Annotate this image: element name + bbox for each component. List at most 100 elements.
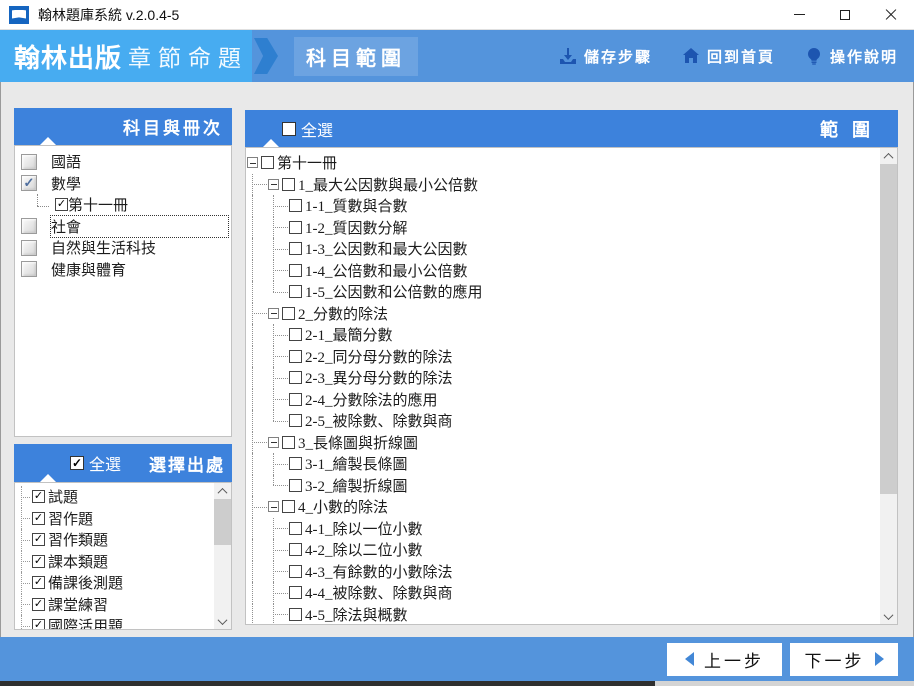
tree-node-checkbox[interactable] [289, 543, 302, 557]
source-checkbox[interactable]: ✓ [32, 576, 45, 590]
minimize-button[interactable] [776, 0, 822, 29]
tree-node-checkbox[interactable] [289, 349, 302, 363]
tree-expander[interactable] [268, 496, 282, 518]
source-item[interactable]: ✓ 習作題 [15, 507, 214, 530]
tree-node[interactable]: 第十一冊 [246, 152, 880, 174]
scroll-up-button[interactable] [880, 148, 897, 164]
tree-node-checkbox[interactable] [289, 199, 302, 213]
range-scrollbar[interactable] [880, 148, 897, 624]
tree-expander[interactable] [268, 303, 282, 325]
tree-node[interactable]: 1-3_公因數和最大公因數 [246, 238, 880, 260]
subject-checkbox[interactable] [21, 239, 37, 256]
maximize-button[interactable] [822, 0, 868, 29]
source-item[interactable]: ✓ 課本類題 [15, 550, 214, 573]
sources-select-all-checkbox[interactable]: ✓ [70, 456, 84, 470]
source-checkbox[interactable]: ✓ [32, 533, 45, 547]
scroll-down-button[interactable] [214, 613, 231, 629]
save-steps-label: 儲存步驟 [583, 48, 652, 66]
scrollbar-thumb[interactable] [214, 499, 231, 545]
tree-node-checkbox[interactable] [289, 478, 302, 492]
tree-node[interactable]: 2-1_最簡分數 [246, 324, 880, 346]
save-steps-button[interactable]: 儲存步驟 [559, 46, 652, 67]
tree-node[interactable]: 1-5_公因數和公倍數的應用 [246, 281, 880, 303]
next-step-button[interactable]: 下一步 [790, 642, 898, 676]
prev-arrow-icon [685, 652, 694, 666]
range-select-all-checkbox[interactable] [282, 121, 296, 136]
tree-node-checkbox[interactable] [282, 306, 295, 320]
tree-node-checkbox[interactable] [289, 263, 302, 277]
prev-step-button[interactable]: 上一步 [667, 642, 782, 676]
source-checkbox[interactable]: ✓ [32, 554, 45, 568]
subject-item[interactable]: 自然與生活科技 [15, 237, 231, 259]
tree-node-checkbox[interactable] [289, 371, 302, 385]
tree-node[interactable]: 2-2_同分母分數的除法 [246, 345, 880, 368]
tree-node-checkbox[interactable] [289, 564, 302, 578]
tree-node[interactable]: 4_小數的除法 [246, 496, 880, 518]
source-checkbox[interactable]: ✓ [32, 619, 45, 629]
tree-node[interactable]: 4-2_除以二位小數 [246, 539, 880, 561]
header-actions: 儲存步驟 回到首頁 操作說明 [559, 46, 914, 67]
tree-expander[interactable] [247, 152, 261, 174]
tree-node-checkbox[interactable] [289, 392, 302, 406]
tree-node-checkbox[interactable] [289, 285, 302, 299]
tree-node[interactable]: 2-4_分數除法的應用 [246, 388, 880, 411]
sources-select-all[interactable]: ✓ 全選 [70, 451, 121, 475]
tree-node[interactable]: 2-5_被除數、除數與商 [246, 410, 880, 432]
source-checkbox[interactable]: ✓ [32, 511, 45, 525]
tree-node[interactable]: 4-5_除法與概數 [246, 603, 880, 624]
tree-node-checkbox[interactable] [282, 500, 295, 514]
tree-node[interactable]: 3-1_繪製長條圖 [246, 453, 880, 475]
source-checkbox[interactable]: ✓ [32, 597, 45, 611]
tree-node[interactable]: 1-2_質因數分解 [246, 216, 880, 239]
tree-node-checkbox[interactable] [289, 607, 302, 621]
sources-scrollbar[interactable] [214, 483, 231, 629]
subject-item[interactable]: 社會 [15, 214, 231, 238]
subject-checkbox[interactable] [21, 153, 37, 170]
scroll-up-button[interactable] [214, 483, 231, 499]
subject-volume-checkbox[interactable]: ✓ [55, 198, 68, 212]
range-select-all[interactable]: 全選 [282, 117, 333, 141]
tree-expander[interactable] [268, 432, 282, 454]
subject-checkbox[interactable] [21, 218, 37, 235]
tree-node-checkbox[interactable] [289, 521, 302, 535]
tree-node-checkbox[interactable] [289, 328, 302, 342]
tree-node-checkbox[interactable] [289, 242, 302, 256]
help-button[interactable]: 操作說明 [805, 46, 898, 67]
tree-node-checkbox[interactable] [289, 457, 302, 471]
source-item[interactable]: ✓ 國際活用題 [15, 615, 214, 629]
source-item[interactable]: ✓ 習作類題 [15, 529, 214, 551]
tree-node-checkbox[interactable] [289, 414, 302, 428]
tree-node[interactable]: 2-3_異分母分數的除法 [246, 367, 880, 389]
tree-node[interactable]: 1-4_公倍數和最小公倍數 [246, 259, 880, 282]
sources-list: ✓ 試題 ✓ 習作題 ✓ 習作類題 ✓ 課本類題 ✓ 備課後測題 ✓ 課堂練習 ✓ 國際活用題 [14, 482, 232, 630]
tree-node[interactable]: 4-4_被除數、除數與商 [246, 582, 880, 604]
tree-node-checkbox[interactable] [289, 586, 302, 600]
tree-node[interactable]: 4-1_除以一位小數 [246, 517, 880, 540]
subject-item[interactable]: ✓ 數學 [15, 173, 231, 195]
tree-node[interactable]: 1-1_質數與合數 [246, 195, 880, 217]
subject-item[interactable]: 國語 [15, 151, 231, 173]
tree-node[interactable]: 3-2_繪製折線圖 [246, 474, 880, 497]
tree-node[interactable]: 2_分數的除法 [246, 302, 880, 325]
subject-item[interactable]: ✓ 第十一冊 [15, 194, 231, 216]
subject-checkbox[interactable]: ✓ [21, 175, 37, 192]
tree-node-checkbox[interactable] [289, 220, 302, 234]
tree-node-checkbox[interactable] [282, 177, 295, 191]
subject-checkbox[interactable] [21, 261, 37, 278]
subject-item[interactable]: 健康與體育 [15, 259, 231, 281]
sources-panel-header: ✓ 全選 選擇出處 [14, 444, 232, 482]
source-item[interactable]: ✓ 備課後測題 [15, 572, 214, 594]
source-item[interactable]: ✓ 課堂練習 [15, 593, 214, 616]
source-checkbox[interactable]: ✓ [32, 490, 45, 504]
scrollbar-thumb[interactable] [880, 164, 897, 494]
home-button[interactable]: 回到首頁 [682, 46, 775, 67]
scroll-down-button[interactable] [880, 608, 897, 624]
tree-node[interactable]: 1_最大公因數與最小公倍數 [246, 173, 880, 196]
tree-node-checkbox[interactable] [261, 156, 274, 170]
tree-expander[interactable] [268, 174, 282, 196]
source-item[interactable]: ✓ 試題 [15, 486, 214, 508]
close-button[interactable] [868, 0, 914, 29]
tree-node[interactable]: 3_長條圖與折線圖 [246, 431, 880, 454]
tree-node-checkbox[interactable] [282, 435, 295, 449]
tree-node[interactable]: 4-3_有餘數的小數除法 [246, 560, 880, 583]
